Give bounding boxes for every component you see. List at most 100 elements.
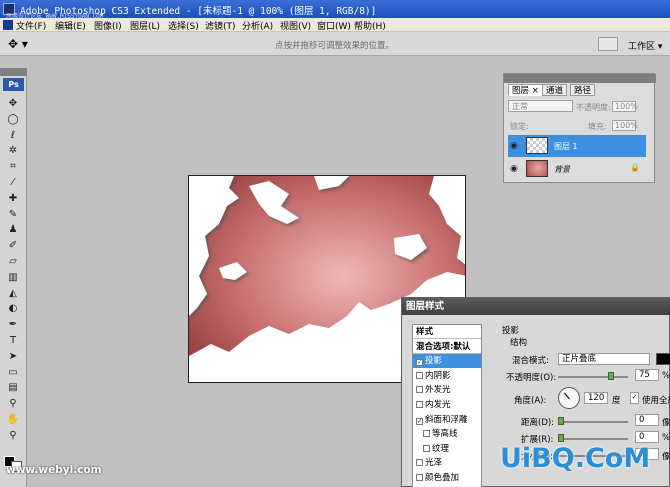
style-checkbox[interactable]	[423, 430, 430, 438]
layer-row-layer1[interactable]: ◉ 图层 1	[508, 135, 646, 157]
spread-slider-knob[interactable]	[558, 434, 564, 442]
spread-slider[interactable]	[558, 438, 628, 440]
style-checkbox[interactable]: ✓	[416, 359, 423, 367]
workspace-menu[interactable]: 工作区 ▾	[628, 39, 662, 52]
angle-dial[interactable]	[558, 387, 580, 409]
style-list-item[interactable]: 样式	[413, 325, 481, 339]
gradient-icon[interactable]: ▥	[4, 272, 22, 284]
crop-icon[interactable]: ⌗	[4, 161, 22, 173]
dialog-title: 图层样式	[402, 298, 670, 315]
style-list-item[interactable]: ✓ 投影	[413, 354, 481, 369]
hand-icon[interactable]: ✋	[4, 414, 22, 426]
fill-label: 填充:	[588, 122, 607, 131]
style-list-item[interactable]: 混合选项:默认	[413, 340, 481, 354]
tab-layers[interactable]: 图层 ×	[508, 84, 543, 96]
blend-mode-select[interactable]: 正片叠底	[558, 353, 650, 365]
style-checkbox[interactable]	[416, 401, 423, 408]
tab-channels[interactable]: 通道	[542, 84, 568, 96]
menu-select[interactable]: 选择(S)	[168, 19, 199, 32]
style-list-item[interactable]: 等高线	[413, 427, 481, 441]
type-icon[interactable]: T	[4, 335, 22, 347]
options-bar: ✥ ▾ 点按并拖移可调整效果的位置。 工作区 ▾	[0, 32, 670, 56]
move-icon[interactable]: ✥	[4, 98, 22, 110]
healing-icon[interactable]: ✚	[4, 193, 22, 205]
menu-image[interactable]: 图像(I)	[94, 19, 122, 32]
distance-field[interactable]: 0	[635, 414, 659, 426]
visibility-eye-icon[interactable]: ◉	[510, 164, 518, 174]
section-title: 投影	[502, 326, 520, 336]
style-checkbox[interactable]	[416, 474, 423, 481]
opacity-slider-knob[interactable]	[608, 372, 614, 380]
style-checkbox[interactable]	[416, 371, 423, 379]
zoom-icon[interactable]: ⚲	[4, 430, 22, 442]
menu-edit[interactable]: 编辑(E)	[55, 19, 86, 32]
style-list-item[interactable]: 外发光	[413, 383, 481, 397]
layer-blend-mode-select[interactable]: 正常	[508, 100, 573, 112]
style-checkbox[interactable]	[416, 459, 423, 467]
lock-icon: 🔒	[630, 163, 640, 172]
angle-field[interactable]: 120	[584, 392, 608, 404]
menu-view[interactable]: 视图(V)	[280, 19, 311, 32]
menu-help[interactable]: 帮助(H)	[354, 19, 386, 32]
layer-opacity-field[interactable]: 100%	[612, 101, 638, 112]
style-list-label: 混合选项:默认	[416, 341, 471, 352]
opacity-slider[interactable]	[558, 376, 628, 378]
spread-field[interactable]: 0	[635, 431, 659, 443]
distance-unit: 像	[662, 418, 670, 428]
blur-icon[interactable]: ◭	[4, 288, 22, 300]
document-icon[interactable]	[3, 20, 13, 30]
dodge-icon[interactable]: ◐	[4, 303, 22, 315]
visibility-eye-icon[interactable]: ◉	[510, 141, 518, 151]
fill-field[interactable]: 100%	[612, 120, 638, 131]
brush-icon[interactable]: ✎	[4, 209, 22, 221]
lasso-icon[interactable]: ℓ	[4, 130, 22, 142]
magic-wand-icon[interactable]: ✲	[4, 145, 22, 157]
menu-window[interactable]: 窗口(W)	[317, 19, 351, 32]
shadow-color-swatch[interactable]	[656, 353, 670, 365]
notes-icon[interactable]: ▤	[4, 382, 22, 394]
palette-well-button[interactable]	[598, 37, 618, 51]
distance-slider-knob[interactable]	[558, 417, 564, 425]
angle-label: 角度(A):	[514, 396, 547, 406]
move-tool-icon[interactable]: ✥ ▾	[8, 37, 28, 51]
history-brush-icon[interactable]: ✐	[4, 240, 22, 252]
watermark-uibq: UiBQ.CoM	[500, 443, 651, 474]
menu-filter[interactable]: 滤镜(T)	[205, 19, 236, 32]
style-list-item[interactable]: 内阴影	[413, 369, 481, 383]
window-titlebar: Adobe Photoshop CS3 Extended - [未标题-1 @ …	[0, 0, 670, 20]
ps-logo: Ps	[3, 78, 24, 91]
layers-panel: 图层 × 通道 路径 正常 不透明度: 100% 锁定: 填充: 100% ◉ …	[503, 73, 656, 183]
distance-label: 距离(D):	[521, 418, 555, 428]
tab-paths[interactable]: 路径	[570, 84, 596, 96]
distance-slider[interactable]	[558, 421, 628, 423]
style-checkbox[interactable]	[416, 386, 423, 394]
layer-name: 背景	[554, 165, 570, 174]
shape-icon[interactable]: ▭	[4, 367, 22, 379]
eraser-icon[interactable]: ▱	[4, 256, 22, 268]
style-list-item[interactable]: 光泽	[413, 456, 481, 470]
style-list-item[interactable]: 纹理	[413, 442, 481, 456]
global-light-checkbox[interactable]: ✓	[630, 392, 639, 404]
style-list-item[interactable]: 内发光	[413, 398, 481, 412]
menu-analysis[interactable]: 分析(A)	[242, 19, 273, 32]
style-checkbox[interactable]: ✓	[416, 417, 423, 425]
path-select-icon[interactable]: ➤	[4, 351, 22, 363]
opacity-field[interactable]: 75	[635, 369, 659, 381]
style-list-label: 光泽	[425, 458, 443, 469]
stamp-icon[interactable]: ♟	[4, 224, 22, 236]
eyedropper-icon[interactable]: ⚲	[4, 398, 22, 410]
layer-row-background[interactable]: ◉ 背景 🔒	[508, 158, 646, 180]
layers-panel-header[interactable]	[504, 74, 656, 83]
style-list-label: 样式	[416, 327, 434, 337]
style-checkbox[interactable]	[423, 444, 430, 452]
toolbox-header[interactable]	[0, 68, 27, 76]
slice-icon[interactable]: ⁄	[4, 177, 22, 189]
menu-file[interactable]: 文件(F)	[16, 19, 46, 32]
pen-icon[interactable]: ✒	[4, 319, 22, 331]
menu-layer[interactable]: 图层(L)	[130, 19, 160, 32]
style-list-item[interactable]: ✓ 斜面和浮雕	[413, 413, 481, 427]
style-list-item[interactable]: 颜色叠加	[413, 471, 481, 485]
lock-label: 锁定:	[510, 122, 529, 131]
style-list-label: 内阴影	[425, 370, 451, 381]
marquee-icon[interactable]: ◯	[4, 114, 22, 126]
